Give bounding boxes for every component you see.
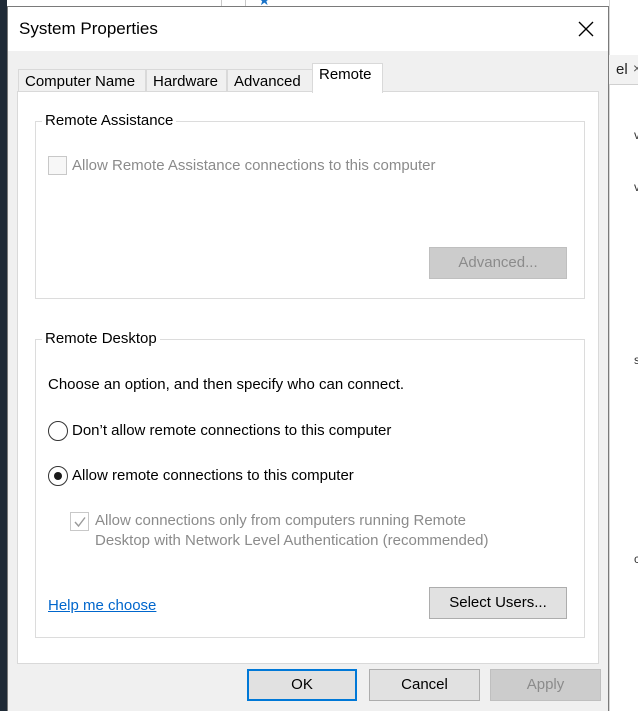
advanced-button[interactable]: Advanced... (429, 247, 567, 279)
nla-label-line2: Desktop with Network Level Authenticatio… (95, 532, 489, 549)
group-title: Remote Desktop (42, 330, 160, 347)
select-users-button[interactable]: Select Users... (429, 587, 567, 619)
close-icon[interactable]: × (633, 60, 638, 76)
remote-desktop-instruction: Choose an option, and then specify who c… (48, 376, 405, 393)
apply-button[interactable]: Apply (490, 669, 601, 701)
nla-label-line1: Allow connections only from computers ru… (95, 512, 467, 529)
background-text: s (634, 353, 638, 367)
title-bar[interactable]: System Properties (8, 7, 608, 51)
background-tab-label: el (616, 61, 628, 78)
close-button[interactable] (564, 7, 608, 51)
group-title: Remote Assistance (42, 112, 177, 129)
background-text: v (634, 180, 638, 194)
tab-advanced[interactable]: Advanced (227, 69, 313, 93)
allow-remote-assistance-label: Allow Remote Assistance connections to t… (72, 157, 436, 174)
background-tab[interactable]: el × (609, 55, 638, 85)
tab-remote[interactable]: Remote (312, 63, 383, 93)
allow-remote-assistance-checkbox[interactable] (48, 156, 67, 175)
system-properties-dialog: System Properties Computer Name Hardware… (7, 6, 609, 711)
background-text: v (634, 128, 638, 142)
close-icon (578, 21, 594, 37)
tab-computer-name[interactable]: Computer Name (18, 69, 146, 93)
cancel-button[interactable]: Cancel (369, 669, 480, 701)
tab-hardware[interactable]: Hardware (146, 69, 227, 93)
ok-button[interactable]: OK (247, 669, 357, 701)
help-me-choose-link[interactable]: Help me choose (48, 597, 156, 614)
background-text: c (634, 552, 638, 566)
window-title: System Properties (19, 19, 158, 38)
radio-selected-dot (54, 472, 62, 480)
allow-remote-label[interactable]: Allow remote connections to this compute… (72, 467, 354, 484)
allow-remote-radio[interactable] (48, 466, 68, 486)
checkmark-icon (74, 517, 86, 528)
dont-allow-remote-radio[interactable] (48, 421, 68, 441)
remote-tab-panel: Remote Assistance Allow Remote Assistanc… (17, 91, 599, 664)
dont-allow-remote-label[interactable]: Don’t allow remote connections to this c… (72, 422, 391, 439)
remote-desktop-group: Remote Desktop Choose an option, and the… (35, 330, 585, 638)
nla-checkbox[interactable] (70, 512, 89, 531)
desktop-edge (0, 0, 7, 711)
remote-assistance-group: Remote Assistance Allow Remote Assistanc… (35, 112, 585, 299)
